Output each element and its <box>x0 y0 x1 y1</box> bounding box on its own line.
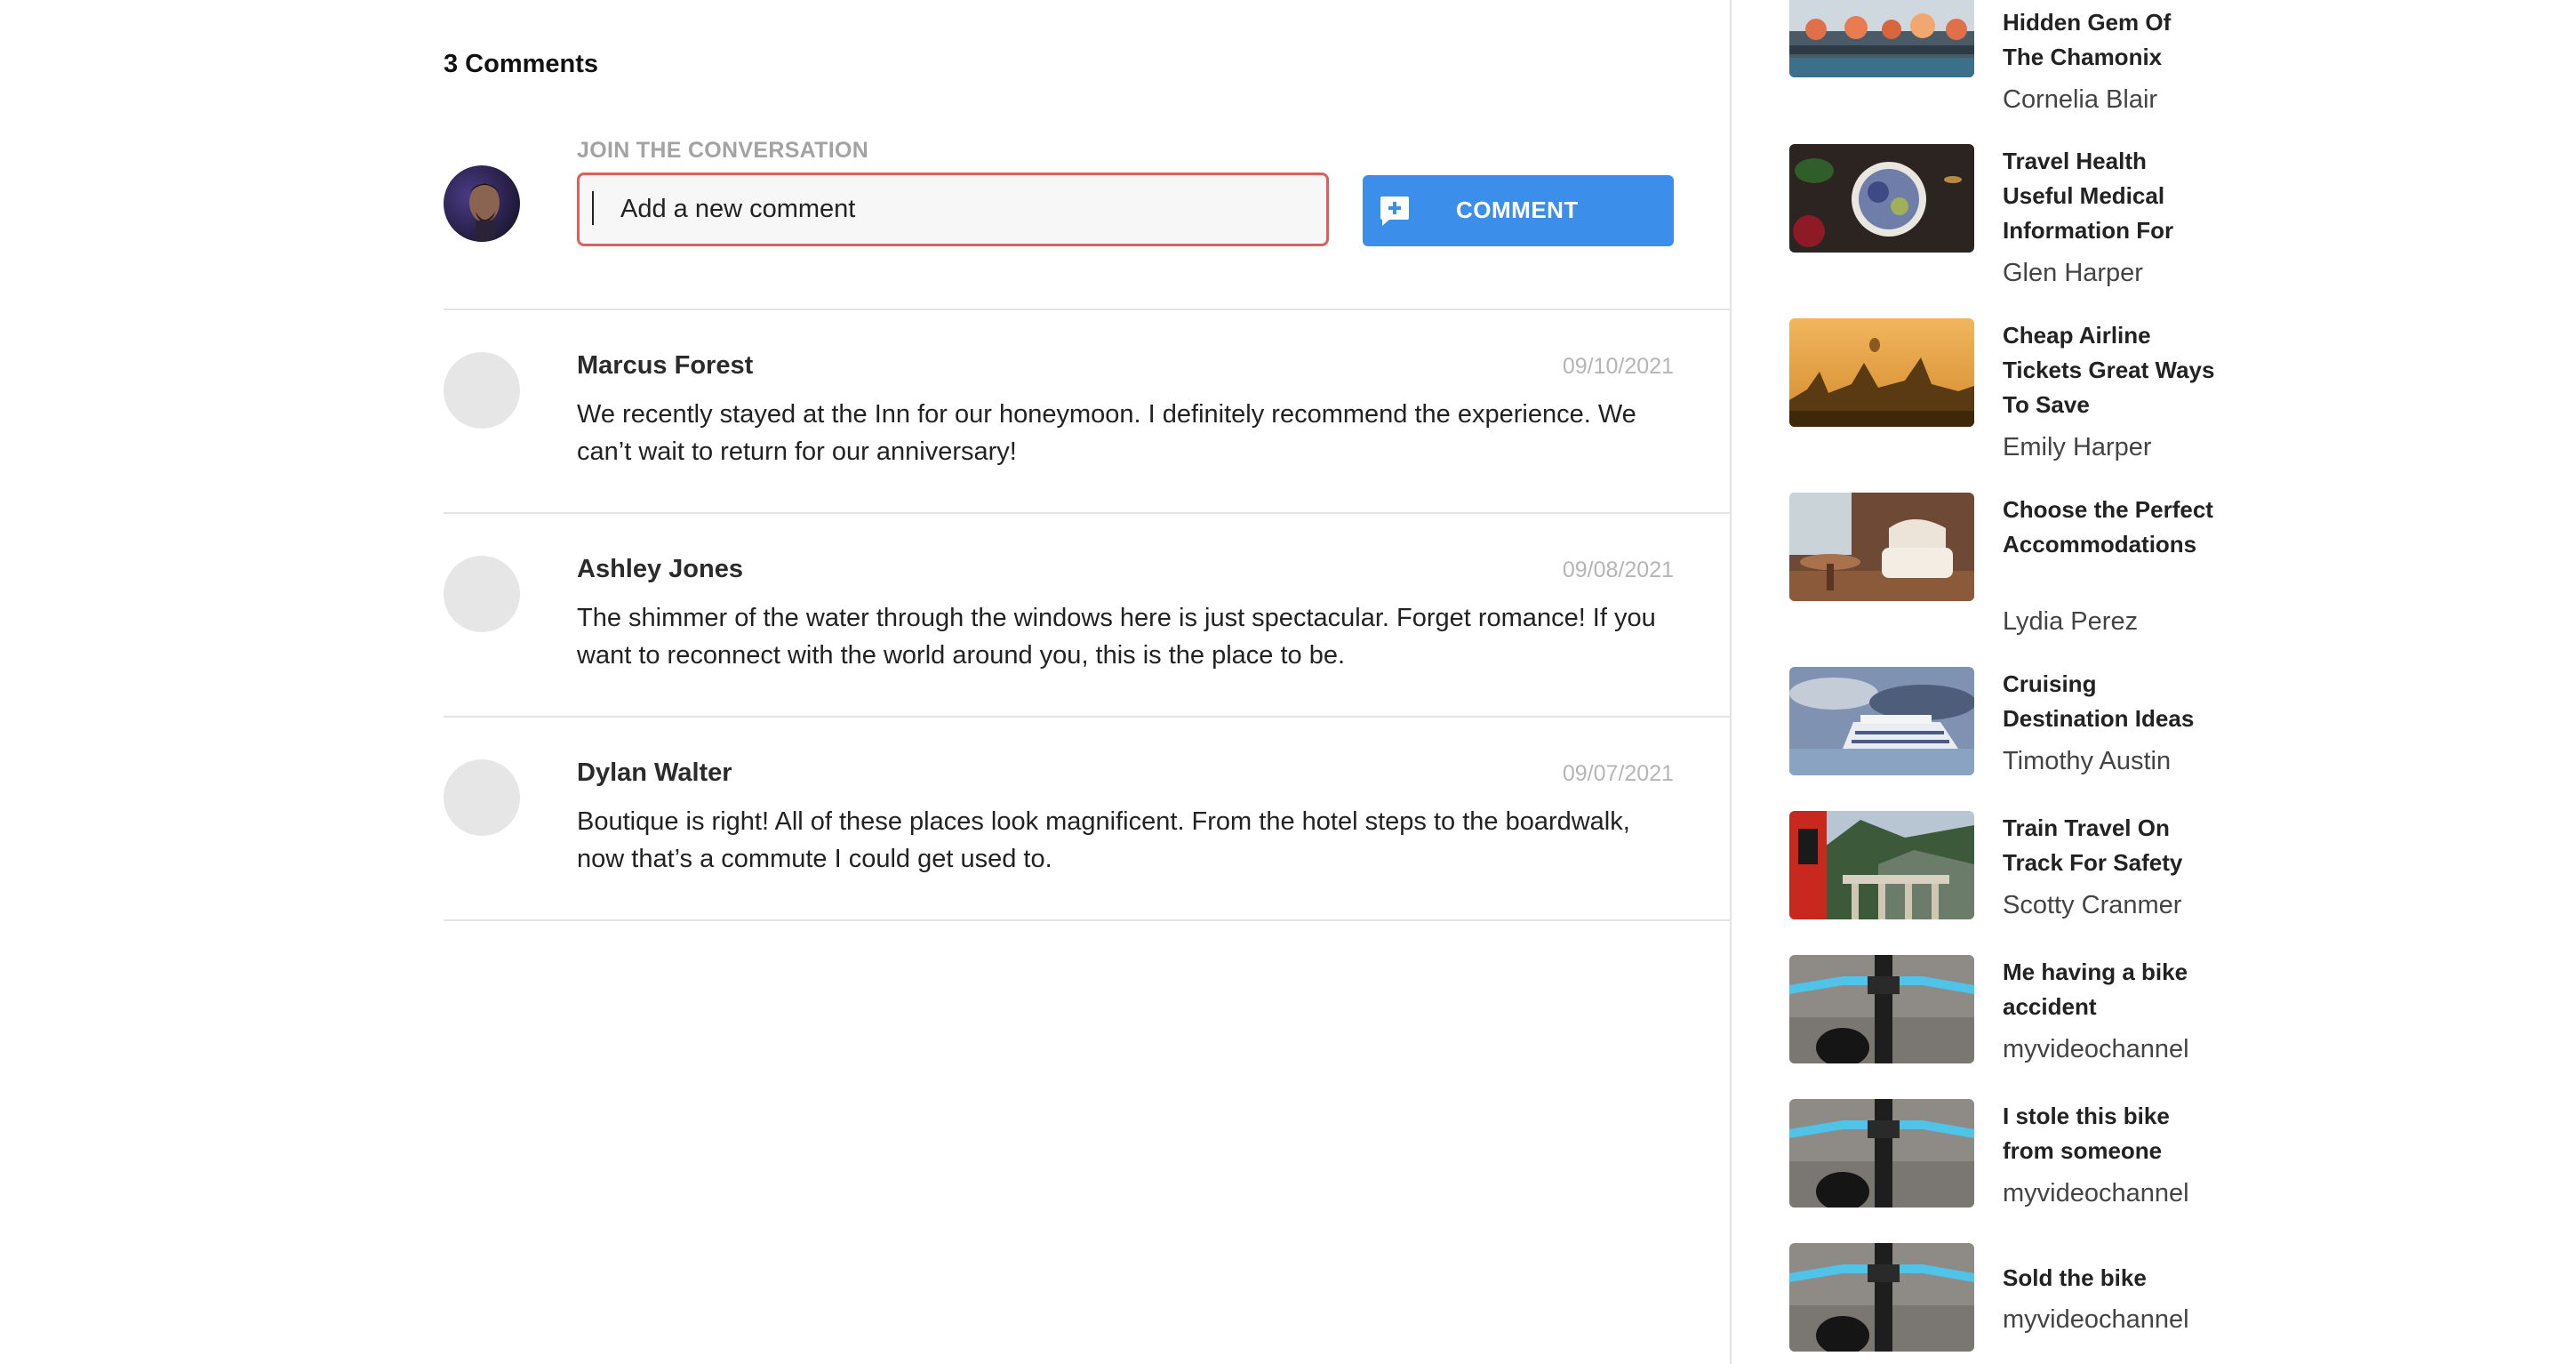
add-comment-icon <box>1380 197 1409 226</box>
post-title[interactable]: Choose the Perfect Accommodations <box>2003 493 2216 562</box>
post-title[interactable]: I stole this bike from someone <box>2003 1099 2216 1168</box>
post-author[interactable]: Emily Harper <box>2003 433 2152 462</box>
comment-date: 09/07/2021 <box>1562 761 1674 786</box>
text-caret <box>592 191 594 225</box>
post-title[interactable]: Train Travel On Track For Safety <box>2003 811 2216 880</box>
post-thumbnail[interactable] <box>1789 0 1974 77</box>
new-comment-input[interactable] <box>577 173 1329 246</box>
comment-author[interactable]: Marcus Forest <box>577 351 753 381</box>
post-author[interactable]: myvideochannel <box>2003 1305 2189 1335</box>
comment-item: Ashley Jones 09/08/2021 The shimmer of t… <box>444 514 1731 718</box>
comment-button-label: COMMENT <box>1456 197 1579 223</box>
post-title[interactable]: Me having a bike accident <box>2003 955 2216 1024</box>
comment-item: Dylan Walter 09/07/2021 Boutique is righ… <box>444 718 1731 921</box>
post-author[interactable]: Scotty Cranmer <box>2003 891 2181 920</box>
post-thumbnail[interactable] <box>1789 144 1974 253</box>
post-author[interactable]: Lydia Perez <box>2003 607 2138 637</box>
comment-text: The shimmer of the water through the win… <box>577 604 1656 670</box>
post-title[interactable]: Cruising Destination Ideas <box>2003 667 2216 736</box>
comment-text: Boutique is right! All of these places l… <box>577 807 1630 873</box>
comment-author[interactable]: Dylan Walter <box>577 758 732 788</box>
post-thumbnail[interactable] <box>1789 1099 1974 1208</box>
comment-button[interactable]: COMMENT <box>1363 175 1674 246</box>
post-thumbnail[interactable] <box>1789 1243 1974 1352</box>
post-author[interactable]: myvideochannel <box>2003 1179 2189 1208</box>
post-author[interactable]: Glen Harper <box>2003 259 2143 288</box>
comment-date: 09/08/2021 <box>1562 558 1674 582</box>
commenter-avatar[interactable] <box>444 352 520 429</box>
commenter-avatar[interactable] <box>444 556 520 632</box>
post-title[interactable]: Cheap Airline Tickets Great Ways To Save <box>2003 318 2216 422</box>
comment-item: Marcus Forest 09/10/2021 We recently sta… <box>444 310 1731 514</box>
post-title[interactable]: Hidden Gem Of The Chamonix <box>2003 5 2216 75</box>
join-conversation-label: JOIN THE CONVERSATION <box>577 138 869 163</box>
comment-composer: JOIN THE CONVERSATION COMMENT <box>444 133 1731 311</box>
current-user-avatar[interactable] <box>444 165 520 242</box>
post-thumbnail[interactable] <box>1789 318 1974 427</box>
post-thumbnail[interactable] <box>1789 955 1974 1063</box>
post-thumbnail[interactable] <box>1789 667 1974 775</box>
post-author[interactable]: Timothy Austin <box>2003 747 2171 776</box>
post-thumbnail[interactable] <box>1789 493 1974 601</box>
column-divider <box>1730 0 1732 1364</box>
post-author[interactable]: myvideochannel <box>2003 1035 2189 1064</box>
comment-text: We recently stayed at the Inn for our ho… <box>577 400 1636 466</box>
page: 3 Comments JOIN THE CONVERSATION Add a n… <box>0 0 2576 1364</box>
post-thumbnail[interactable] <box>1789 811 1974 919</box>
comments-count: 3 Comments <box>444 50 599 78</box>
comment-author[interactable]: Ashley Jones <box>577 555 743 584</box>
comment-date: 09/10/2021 <box>1562 354 1674 379</box>
post-author[interactable]: Cornelia Blair <box>2003 85 2157 115</box>
post-title[interactable]: Travel Health Useful Medical Information… <box>2003 144 2216 248</box>
comment-list: Marcus Forest 09/10/2021 We recently sta… <box>444 310 1731 921</box>
post-title[interactable]: Sold the bike <box>2003 1261 2216 1296</box>
commenter-avatar[interactable] <box>444 759 520 836</box>
